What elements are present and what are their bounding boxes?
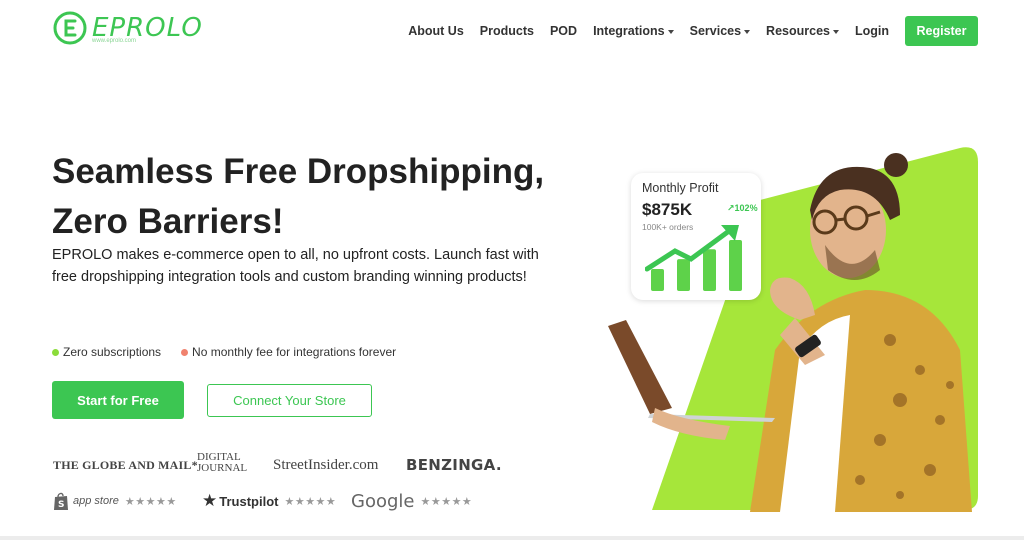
nav-services[interactable]: Services	[689, 16, 751, 46]
digital-journal-line-2: JOURNAL	[197, 462, 248, 474]
nav-label: Resources	[766, 24, 830, 38]
bullet-text: Zero subscriptions	[63, 345, 162, 359]
page-divider	[0, 536, 1024, 540]
nav-label: Login	[854, 24, 889, 38]
trustpilot-stars: ★★★★★	[284, 495, 337, 508]
trustpilot-rating: ★ Trustpilot ★★★★★	[202, 490, 336, 512]
register-button[interactable]: Register	[905, 16, 978, 46]
shopify-app-store-rating: S app store ★★★★★	[53, 490, 177, 512]
profit-bar	[677, 259, 690, 291]
nav-label: Products	[479, 24, 534, 38]
shopify-bag-icon: S	[54, 492, 68, 510]
monthly-profit-card: Monthly Profit $875K ↗102% 100K+ orders	[631, 173, 761, 300]
brand-tagline: www.eprolo.com	[92, 38, 137, 44]
main-nav: About Us Products POD Integrations Servi…	[392, 16, 978, 46]
google-label: Google	[351, 490, 415, 512]
laptop-lid	[608, 320, 672, 414]
chevron-down-icon	[832, 29, 839, 34]
digital-journal-logo: DIGITAL JOURNAL	[197, 452, 247, 478]
bullet-zero-subscriptions: Zero subscriptions	[52, 345, 161, 359]
headline-line-1: Seamless Free Dropshipping,	[52, 152, 545, 191]
brand-logo[interactable]: EPROLO www.eprolo.com	[52, 10, 203, 46]
eprolo-logo-icon	[53, 11, 87, 45]
profit-bar	[651, 268, 664, 291]
nav-label: Integrations	[593, 24, 665, 38]
nav-integrations[interactable]: Integrations	[593, 16, 674, 46]
site-header: EPROLO www.eprolo.com About Us Products …	[0, 0, 1024, 62]
nav-pod[interactable]: POD	[550, 16, 577, 46]
bullet-text: No monthly fee for integrations forever	[192, 345, 397, 359]
bullet-no-monthly-fee: No monthly fee for integrations forever	[181, 345, 396, 359]
nav-resources[interactable]: Resources	[766, 16, 839, 46]
chevron-down-icon	[744, 29, 751, 34]
feature-bullets: Zero subscriptions No monthly fee for in…	[52, 345, 416, 359]
profit-bar	[703, 249, 716, 291]
nav-about-us[interactable]: About Us	[408, 16, 464, 46]
hero-subtext: EPROLO makes e-commerce open to all, no …	[52, 247, 539, 285]
benzinga-logo: BENZINGA.	[406, 456, 502, 474]
globe-and-mail-logo: THE GLOBE AND MAIL*	[53, 457, 198, 472]
headline-line-2: Zero Barriers!	[52, 202, 284, 241]
trustpilot-label: Trustpilot	[219, 493, 279, 509]
nav-label: Services	[689, 24, 742, 38]
profit-bar	[729, 239, 742, 291]
profit-card-title: Monthly Profit	[642, 181, 719, 195]
start-for-free-button[interactable]: Start for Free	[52, 381, 184, 419]
profit-change-value: 102%	[734, 203, 758, 213]
profit-bar-chart	[645, 225, 742, 291]
app-store-stars: ★★★★★	[124, 495, 177, 508]
green-dot-icon	[52, 348, 59, 356]
trend-up-icon: ↗	[727, 203, 735, 213]
nav-label: About Us	[408, 24, 464, 38]
svg-text:S: S	[58, 500, 64, 510]
profit-change: ↗102%	[727, 203, 758, 214]
chevron-down-icon	[667, 29, 674, 34]
google-rating: Google ★★★★★	[351, 490, 472, 512]
app-store-label: app store	[73, 495, 119, 507]
orange-dot-icon	[181, 348, 189, 356]
person-hair-bun	[884, 153, 908, 177]
nav-label: POD	[549, 24, 578, 38]
nav-login[interactable]: Login	[855, 16, 889, 46]
streetinsider-logo: StreetInsider.com	[273, 456, 379, 473]
connect-your-store-button[interactable]: Connect Your Store	[207, 384, 372, 417]
google-stars: ★★★★★	[420, 495, 473, 508]
trustpilot-star-icon: ★	[202, 491, 218, 510]
hero-headline: Seamless Free Dropshipping, Zero Barrier…	[52, 147, 572, 247]
nav-products[interactable]: Products	[480, 16, 534, 46]
